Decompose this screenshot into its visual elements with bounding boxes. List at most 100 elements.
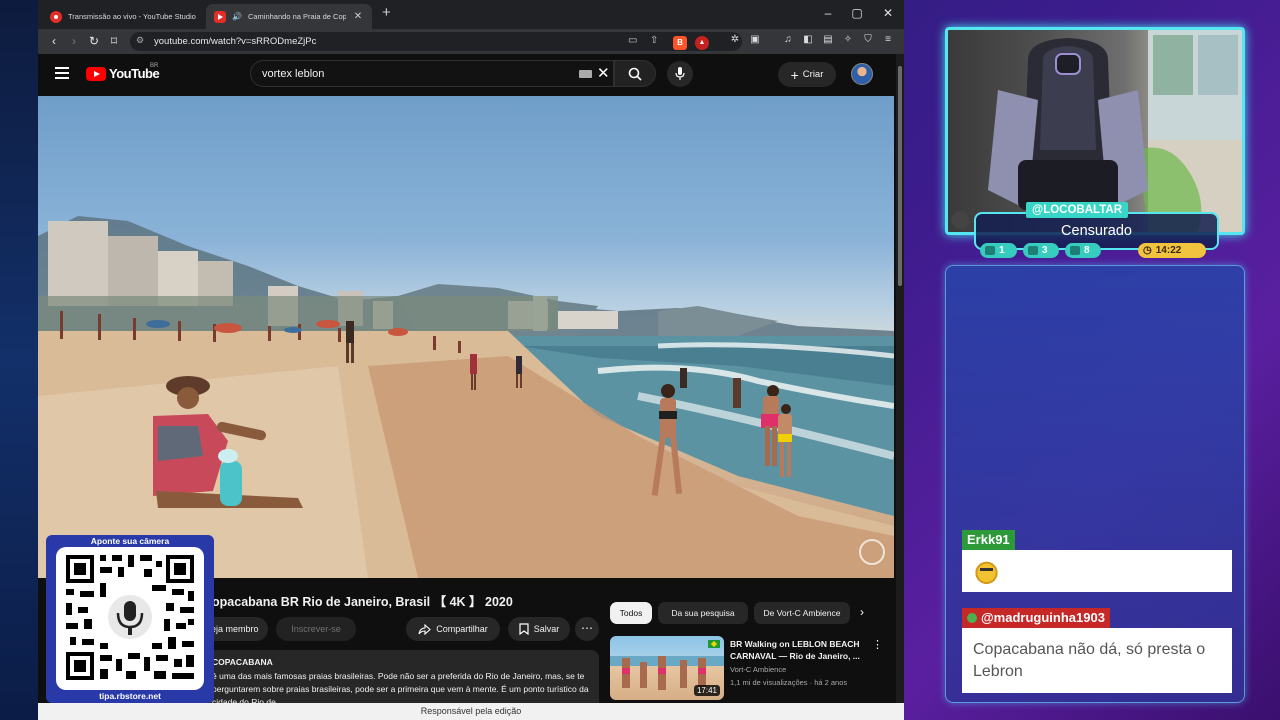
search-icon — [628, 67, 642, 81]
youtube-icon — [214, 10, 226, 23]
hamburger-menu-icon[interactable] — [55, 67, 69, 79]
keyboard-icon[interactable] — [579, 70, 592, 78]
voice-search-button[interactable] — [667, 61, 693, 87]
tab-title: Transmissão ao vivo - YouTube Studio — [68, 12, 196, 21]
recommendation-menu-icon[interactable]: ⋮ — [872, 638, 883, 651]
status-bar: Responsável pela edição — [38, 703, 904, 720]
status-text: Responsável pela edição — [420, 706, 522, 716]
bookmark-icon — [519, 623, 529, 635]
url-text: youtube.com/watch?v=sRRODmeZjPc — [154, 36, 317, 47]
streamer-username: @LOCOBALTAR — [1026, 202, 1128, 218]
tab-youtube-studio[interactable]: Transmissão ao vivo - YouTube Studio — [42, 4, 204, 29]
chat-username: Erkk91 — [962, 530, 1015, 550]
extensions-icon[interactable]: ✲ — [728, 33, 742, 47]
recommendation-chips: Todos Da sua pesquisa De Vort-C Ambience — [610, 602, 878, 624]
share-icon[interactable]: ⇧ — [650, 35, 658, 46]
share-label: Compartilhar — [436, 624, 488, 634]
plus-icon: + — [790, 66, 799, 83]
qr-pattern — [66, 555, 194, 680]
channel-watermark-icon[interactable] — [859, 539, 885, 565]
avatar[interactable] — [851, 63, 873, 85]
save-label: Salvar — [533, 624, 560, 634]
stream-status: Censurado — [1061, 223, 1132, 239]
maximize-button[interactable]: ▢ — [847, 6, 867, 20]
chat-username: @madruguinha1903 — [962, 608, 1110, 628]
sidebar-icon[interactable]: ◧ — [801, 33, 815, 47]
create-button[interactable]: + Criar — [778, 62, 836, 87]
youtube-icon — [1028, 246, 1038, 255]
leo-ai-icon[interactable]: ✧ — [841, 33, 855, 47]
brave-rewards-icon[interactable]: ▲ — [695, 36, 709, 50]
search-button[interactable] — [614, 60, 656, 87]
menu-icon[interactable]: ≡ — [881, 33, 895, 47]
twitch-count: 1 — [999, 245, 1005, 256]
logo-country: BR — [150, 63, 159, 69]
subscribe-button[interactable]: Inscrever-se — [276, 617, 356, 641]
chat-message-text: Copacabana não dá, só presta o Lebron — [973, 641, 1206, 680]
search-input[interactable]: vortex leblon ✕ — [250, 60, 614, 87]
media-icon[interactable]: ♫ — [781, 33, 795, 47]
chat-message: Copacabana não dá, só presta o Lebron — [962, 628, 1232, 693]
speaker-icon[interactable]: 🔊 — [232, 12, 242, 21]
tab-title: Caminhando na Praia de Copacabana — [247, 12, 346, 21]
video-frame — [38, 216, 894, 578]
chat-username-text: @madruguinha1903 — [981, 610, 1105, 625]
close-window-button[interactable]: ✕ — [878, 6, 898, 20]
youtube-play-icon — [86, 66, 106, 81]
twitch-icon — [985, 246, 995, 255]
video-player[interactable] — [38, 96, 894, 578]
chat-message — [962, 550, 1232, 592]
twitch-viewers-badge: 1 — [980, 243, 1017, 258]
clear-search-icon[interactable]: ✕ — [597, 64, 610, 82]
page-scrollbar[interactable] — [896, 54, 904, 720]
chip-from-search[interactable]: Da sua pesquisa — [658, 602, 748, 624]
qr-caption-top: Aponte sua câmera — [90, 536, 170, 546]
scrollbar-thumb[interactable] — [898, 66, 902, 286]
search-value: vortex leblon — [262, 68, 325, 80]
back-button[interactable]: ‹ — [46, 33, 62, 49]
brazil-flag-icon — [708, 640, 720, 648]
chip-from-channel[interactable]: De Vort-C Ambience — [754, 602, 850, 624]
site-info-icon[interactable]: ⚙ — [136, 35, 144, 46]
video-title: Copacabana BR Rio de Janeiro, Brasil 【 4… — [203, 595, 513, 609]
close-icon[interactable]: ✕ — [352, 11, 364, 22]
youtube-logo[interactable]: YouTube BR — [86, 63, 160, 81]
more-actions-button[interactable]: ⋯ — [575, 617, 599, 641]
youtube-header: YouTube BR vortex leblon ✕ + Criar — [38, 54, 896, 96]
chevron-right-icon[interactable]: › — [860, 605, 864, 619]
qr-overlay: Aponte sua câmera tipa.rbstore.net — [46, 535, 214, 703]
kick-viewers-badge: 8 — [1065, 243, 1101, 258]
video-duration: 17:41 — [693, 685, 720, 696]
clock-icon: ◷ — [1143, 245, 1152, 256]
recommendation-channel[interactable]: Vort-C Ambience — [730, 665, 786, 674]
brave-shield-icon[interactable]: B — [673, 36, 687, 50]
recommendation-title[interactable]: BR Walking on LEBLON BEACH CARNAVAL — Ri… — [730, 638, 865, 662]
minimize-button[interactable]: – — [818, 6, 838, 20]
wallet-icon[interactable]: ▤ — [821, 33, 835, 47]
qr-caption-bottom: tipa.rbstore.net — [99, 691, 161, 701]
recommendation-meta: 1,1 mi de visualizações · há 2 anos — [730, 678, 848, 687]
share-arrow-icon — [418, 623, 432, 635]
tab-copacabana[interactable]: 🔊 Caminhando na Praia de Copacabana ✕ — [206, 4, 372, 29]
tab-bar: Transmissão ao vivo - YouTube Studio 🔊 C… — [38, 0, 904, 29]
youtube-viewers-badge: 3 — [1023, 243, 1059, 258]
create-label: Criar — [802, 69, 824, 80]
chip-all[interactable]: Todos — [610, 602, 652, 624]
user-badge-icon — [967, 613, 977, 623]
share-button[interactable]: Compartilhar — [406, 617, 500, 641]
youtube-studio-icon — [50, 10, 62, 23]
forward-button[interactable]: › — [66, 33, 82, 49]
cast-icon[interactable]: ▭ — [628, 35, 637, 46]
qr-code-image — [56, 547, 204, 690]
reload-button[interactable]: ↻ — [86, 33, 102, 49]
address-bar[interactable]: ⚙ youtube.com/watch?v=sRRODmeZjPc ▭ ⇧ B … — [130, 32, 742, 51]
bookmark-button[interactable]: ⌑ — [106, 33, 122, 49]
screenshot-icon[interactable]: ▣ — [748, 33, 762, 47]
description-hashtag: COPACABANA — [212, 657, 273, 667]
background-left — [0, 0, 40, 720]
recommendation-thumbnail[interactable]: 17:41 — [610, 636, 724, 700]
new-tab-button[interactable]: + — [382, 4, 391, 21]
browser-toolbar: ‹ › ↻ ⌑ ⚙ youtube.com/watch?v=sRRODmeZjP… — [38, 29, 904, 54]
save-button[interactable]: Salvar — [508, 617, 570, 641]
vpn-icon[interactable]: ⛉ — [861, 33, 875, 47]
